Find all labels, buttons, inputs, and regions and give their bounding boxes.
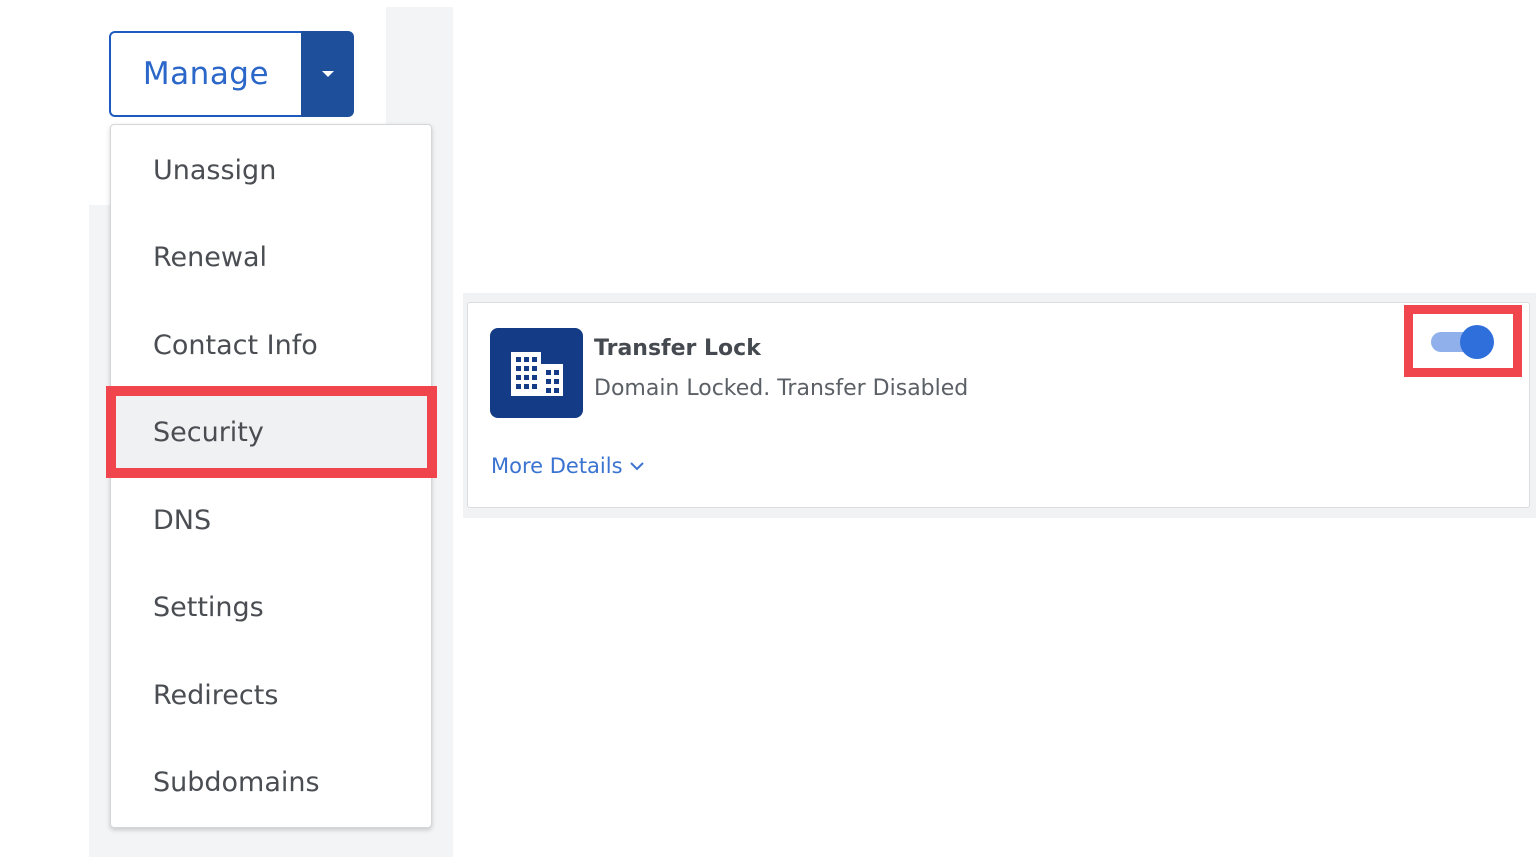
more-details-link[interactable]: More Details (491, 454, 645, 478)
caret-down-icon (321, 71, 334, 77)
menu-item-settings[interactable]: Settings (111, 564, 431, 651)
menu-item-contact-info[interactable]: Contact Info (111, 302, 431, 389)
security-highlight-box (106, 386, 437, 478)
chevron-down-icon (629, 462, 644, 471)
card-status-text: Domain Locked. Transfer Disabled (594, 376, 969, 401)
card-title: Transfer Lock (594, 336, 761, 361)
building-icon (510, 352, 563, 396)
menu-item-redirects[interactable]: Redirects (111, 652, 431, 739)
manage-split-button[interactable]: Manage (109, 31, 354, 117)
manage-button[interactable]: Manage (109, 31, 301, 117)
building-icon-tile (490, 328, 583, 418)
menu-item-dns[interactable]: DNS (111, 477, 431, 564)
menu-item-unassign[interactable]: Unassign (111, 127, 431, 214)
more-details-label: More Details (491, 454, 623, 478)
menu-item-renewal[interactable]: Renewal (111, 214, 431, 301)
manage-dropdown-toggle[interactable] (301, 31, 354, 117)
menu-item-subdomains[interactable]: Subdomains (111, 739, 431, 826)
toggle-highlight-box (1404, 305, 1522, 377)
